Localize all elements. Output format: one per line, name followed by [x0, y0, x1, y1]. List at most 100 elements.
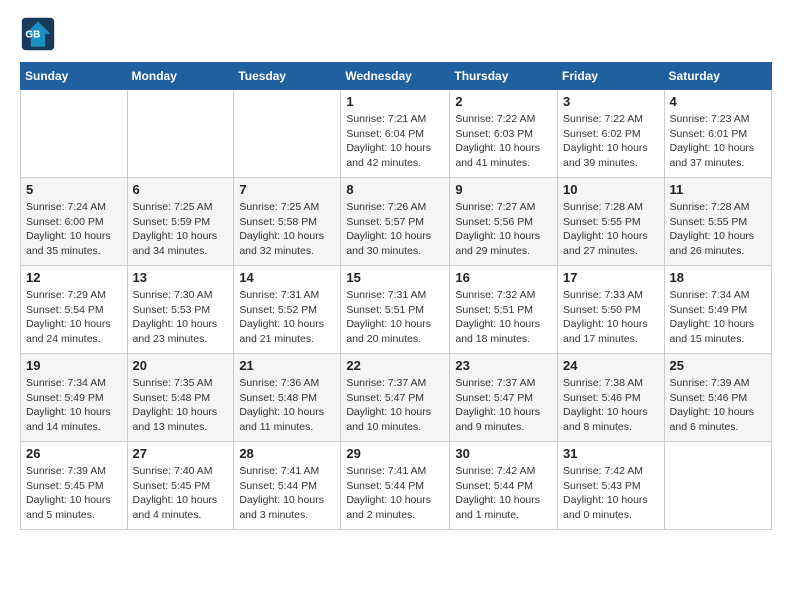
day-number: 21 — [239, 358, 335, 373]
logo-icon: GB — [20, 16, 56, 52]
weekday-header: Thursday — [450, 63, 558, 90]
cell-sun-info: Sunrise: 7:39 AMSunset: 5:46 PMDaylight:… — [670, 376, 766, 435]
calendar-cell: 29 Sunrise: 7:41 AMSunset: 5:44 PMDayligh… — [341, 442, 450, 530]
calendar-cell: 13 Sunrise: 7:30 AMSunset: 5:53 PMDayligh… — [127, 266, 234, 354]
cell-sun-info: Sunrise: 7:37 AMSunset: 5:47 PMDaylight:… — [455, 376, 552, 435]
cell-sun-info: Sunrise: 7:22 AMSunset: 6:03 PMDaylight:… — [455, 112, 552, 171]
cell-sun-info: Sunrise: 7:31 AMSunset: 5:52 PMDaylight:… — [239, 288, 335, 347]
day-number: 7 — [239, 182, 335, 197]
day-number: 22 — [346, 358, 444, 373]
calendar-cell — [127, 90, 234, 178]
calendar-cell: 16Sunrise: 7:32 AMSunset: 5:51 PMDayligh… — [450, 266, 558, 354]
cell-sun-info: Sunrise: 7:24 AMSunset: 6:00 PMDaylight:… — [26, 200, 122, 259]
calendar-cell: 21 Sunrise: 7:36 AMSunset: 5:48 PMDayligh… — [234, 354, 341, 442]
calendar-cell: 15 Sunrise: 7:31 AMSunset: 5:51 PMDayligh… — [341, 266, 450, 354]
calendar-cell: 23 Sunrise: 7:37 AMSunset: 5:47 PMDayligh… — [450, 354, 558, 442]
calendar-week-row: 12 Sunrise: 7:29 AMSunset: 5:54 PMDayligh… — [21, 266, 772, 354]
calendar-cell: 28Sunrise: 7:41 AMSunset: 5:44 PMDayligh… — [234, 442, 341, 530]
cell-sun-info: Sunrise: 7:31 AMSunset: 5:51 PMDaylight:… — [346, 288, 444, 347]
day-number: 30 — [455, 446, 552, 461]
cell-sun-info: Sunrise: 7:38 AMSunset: 5:46 PMDaylight:… — [563, 376, 659, 435]
cell-sun-info: Sunrise: 7:34 AMSunset: 5:49 PMDaylight:… — [670, 288, 766, 347]
calendar-cell: 24Sunrise: 7:38 AMSunset: 5:46 PMDayligh… — [558, 354, 665, 442]
calendar-cell — [234, 90, 341, 178]
calendar-cell: 1Sunrise: 7:21 AMSunset: 6:04 PMDaylight… — [341, 90, 450, 178]
calendar-cell: 20 Sunrise: 7:35 AMSunset: 5:48 PMDayligh… — [127, 354, 234, 442]
day-number: 20 — [133, 358, 229, 373]
calendar-header-row: SundayMondayTuesdayWednesdayThursdayFrid… — [21, 63, 772, 90]
calendar-table: SundayMondayTuesdayWednesdayThursdayFrid… — [20, 62, 772, 530]
calendar-cell: 8Sunrise: 7:26 AMSunset: 5:57 PMDaylight… — [341, 178, 450, 266]
day-number: 18 — [670, 270, 766, 285]
day-number: 17 — [563, 270, 659, 285]
calendar-cell: 31 Sunrise: 7:42 AMSunset: 5:43 PMDayligh… — [558, 442, 665, 530]
weekday-header: Friday — [558, 63, 665, 90]
calendar-cell: 14 Sunrise: 7:31 AMSunset: 5:52 PMDayligh… — [234, 266, 341, 354]
svg-text:GB: GB — [25, 30, 40, 41]
calendar-week-row: 26 Sunrise: 7:39 AMSunset: 5:45 PMDayligh… — [21, 442, 772, 530]
day-number: 2 — [455, 94, 552, 109]
day-number: 4 — [670, 94, 766, 109]
calendar-cell: 18 Sunrise: 7:34 AMSunset: 5:49 PMDayligh… — [664, 266, 771, 354]
calendar-cell: 3Sunrise: 7:22 AMSunset: 6:02 PMDaylight… — [558, 90, 665, 178]
day-number: 11 — [670, 182, 766, 197]
day-number: 14 — [239, 270, 335, 285]
calendar-week-row: 5 Sunrise: 7:24 AMSunset: 6:00 PMDaylight… — [21, 178, 772, 266]
cell-sun-info: Sunrise: 7:42 AMSunset: 5:44 PMDaylight:… — [455, 464, 552, 523]
day-number: 1 — [346, 94, 444, 109]
calendar-cell: 25 Sunrise: 7:39 AMSunset: 5:46 PMDayligh… — [664, 354, 771, 442]
calendar-week-row: 19 Sunrise: 7:34 AMSunset: 5:49 PMDayligh… — [21, 354, 772, 442]
cell-sun-info: Sunrise: 7:34 AMSunset: 5:49 PMDaylight:… — [26, 376, 122, 435]
day-number: 13 — [133, 270, 229, 285]
calendar-cell: 11 Sunrise: 7:28 AMSunset: 5:55 PMDayligh… — [664, 178, 771, 266]
day-number: 28 — [239, 446, 335, 461]
day-number: 3 — [563, 94, 659, 109]
day-number: 31 — [563, 446, 659, 461]
day-number: 6 — [133, 182, 229, 197]
cell-sun-info: Sunrise: 7:33 AMSunset: 5:50 PMDaylight:… — [563, 288, 659, 347]
cell-sun-info: Sunrise: 7:37 AMSunset: 5:47 PMDaylight:… — [346, 376, 444, 435]
cell-sun-info: Sunrise: 7:40 AMSunset: 5:45 PMDaylight:… — [133, 464, 229, 523]
calendar-cell: 6 Sunrise: 7:25 AMSunset: 5:59 PMDaylight… — [127, 178, 234, 266]
calendar-cell: 17 Sunrise: 7:33 AMSunset: 5:50 PMDayligh… — [558, 266, 665, 354]
calendar-cell: 30 Sunrise: 7:42 AMSunset: 5:44 PMDayligh… — [450, 442, 558, 530]
cell-sun-info: Sunrise: 7:25 AMSunset: 5:59 PMDaylight:… — [133, 200, 229, 259]
cell-sun-info: Sunrise: 7:23 AMSunset: 6:01 PMDaylight:… — [670, 112, 766, 171]
weekday-header: Sunday — [21, 63, 128, 90]
calendar-cell — [21, 90, 128, 178]
day-number: 29 — [346, 446, 444, 461]
calendar-cell: 5 Sunrise: 7:24 AMSunset: 6:00 PMDaylight… — [21, 178, 128, 266]
calendar-cell: 4 Sunrise: 7:23 AMSunset: 6:01 PMDaylight… — [664, 90, 771, 178]
cell-sun-info: Sunrise: 7:25 AMSunset: 5:58 PMDaylight:… — [239, 200, 335, 259]
cell-sun-info: Sunrise: 7:36 AMSunset: 5:48 PMDaylight:… — [239, 376, 335, 435]
calendar-cell: 9Sunrise: 7:27 AMSunset: 5:56 PMDaylight… — [450, 178, 558, 266]
day-number: 19 — [26, 358, 122, 373]
weekday-header: Saturday — [664, 63, 771, 90]
calendar-cell: 10Sunrise: 7:28 AMSunset: 5:55 PMDayligh… — [558, 178, 665, 266]
day-number: 16 — [455, 270, 552, 285]
cell-sun-info: Sunrise: 7:42 AMSunset: 5:43 PMDaylight:… — [563, 464, 659, 523]
day-number: 25 — [670, 358, 766, 373]
calendar-cell: 12 Sunrise: 7:29 AMSunset: 5:54 PMDayligh… — [21, 266, 128, 354]
day-number: 15 — [346, 270, 444, 285]
day-number: 5 — [26, 182, 122, 197]
day-number: 23 — [455, 358, 552, 373]
calendar-cell: 2 Sunrise: 7:22 AMSunset: 6:03 PMDaylight… — [450, 90, 558, 178]
calendar-cell — [664, 442, 771, 530]
weekday-header: Tuesday — [234, 63, 341, 90]
cell-sun-info: Sunrise: 7:26 AMSunset: 5:57 PMDaylight:… — [346, 200, 444, 259]
cell-sun-info: Sunrise: 7:30 AMSunset: 5:53 PMDaylight:… — [133, 288, 229, 347]
calendar-cell: 27Sunrise: 7:40 AMSunset: 5:45 PMDayligh… — [127, 442, 234, 530]
weekday-header: Monday — [127, 63, 234, 90]
day-number: 12 — [26, 270, 122, 285]
page-header: GB — [20, 16, 772, 52]
logo: GB — [20, 16, 60, 52]
calendar-cell: 22 Sunrise: 7:37 AMSunset: 5:47 PMDayligh… — [341, 354, 450, 442]
day-number: 26 — [26, 446, 122, 461]
cell-sun-info: Sunrise: 7:39 AMSunset: 5:45 PMDaylight:… — [26, 464, 122, 523]
cell-sun-info: Sunrise: 7:35 AMSunset: 5:48 PMDaylight:… — [133, 376, 229, 435]
cell-sun-info: Sunrise: 7:28 AMSunset: 5:55 PMDaylight:… — [670, 200, 766, 259]
cell-sun-info: Sunrise: 7:29 AMSunset: 5:54 PMDaylight:… — [26, 288, 122, 347]
cell-sun-info: Sunrise: 7:27 AMSunset: 5:56 PMDaylight:… — [455, 200, 552, 259]
cell-sun-info: Sunrise: 7:41 AMSunset: 5:44 PMDaylight:… — [346, 464, 444, 523]
